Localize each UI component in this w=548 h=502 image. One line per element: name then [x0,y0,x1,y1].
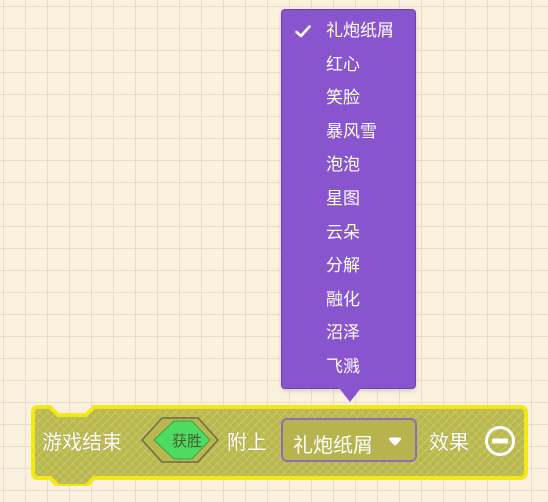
effect-select[interactable]: 礼炮纸屑 [281,418,417,462]
menu-item-label: 笑脸 [326,88,360,109]
menu-item-starburst[interactable]: 星图 [282,183,415,217]
condition-slot[interactable]: 获胜 [140,415,220,465]
menu-item-blizzard[interactable]: 暴风雪 [282,116,415,150]
caret-down-icon [389,437,401,446]
remove-button[interactable] [484,425,516,457]
condition-value: 获胜 [172,432,203,450]
menu-item-label: 红心 [326,54,360,75]
attach-label: 附上 [227,430,267,454]
menu-item-splash[interactable]: 飞溅 [282,351,415,385]
menu-item-bubbles[interactable]: 泡泡 [282,149,415,183]
menu-item-melt[interactable]: 融化 [282,284,415,318]
menu-item-clouds[interactable]: 云朵 [282,217,415,251]
effect-options-list: 礼炮纸屑 红心 笑脸 暴风雪 泡泡 星图 云朵 分解 融化 沼泽 飞溅 [282,10,415,385]
menu-item-label: 融化 [326,289,360,310]
menu-item-label: 云朵 [326,222,360,243]
menu-item-swamp[interactable]: 沼泽 [282,317,415,351]
menu-item-label: 分解 [326,256,360,277]
game-over-label: 游戏结束 [42,430,122,454]
game-over-block[interactable]: 游戏结束 获胜 附上 礼炮纸屑 效果 [30,404,530,486]
checkmark-icon [294,15,312,49]
menu-item-label: 泡泡 [326,155,360,176]
menu-item-label: 礼炮纸屑 [326,21,394,41]
minus-circle-icon [485,426,515,456]
menu-item-label: 暴风雪 [326,121,377,142]
dropdown-pointer-arrow [339,388,361,402]
menu-item-label: 星图 [326,188,360,209]
menu-item-label: 飞溅 [326,356,360,377]
menu-item-hearts[interactable]: 红心 [282,49,415,83]
menu-item-confetti[interactable]: 礼炮纸屑 [282,15,415,49]
menu-item-smiles[interactable]: 笑脸 [282,82,415,116]
effect-select-value: 礼炮纸屑 [293,433,373,457]
effect-label: 效果 [429,430,469,454]
effect-dropdown-menu: 礼炮纸屑 红心 笑脸 暴风雪 泡泡 星图 云朵 分解 融化 沼泽 飞溅 [281,9,416,389]
menu-item-label: 沼泽 [326,323,360,344]
menu-item-disintegrate[interactable]: 分解 [282,250,415,284]
